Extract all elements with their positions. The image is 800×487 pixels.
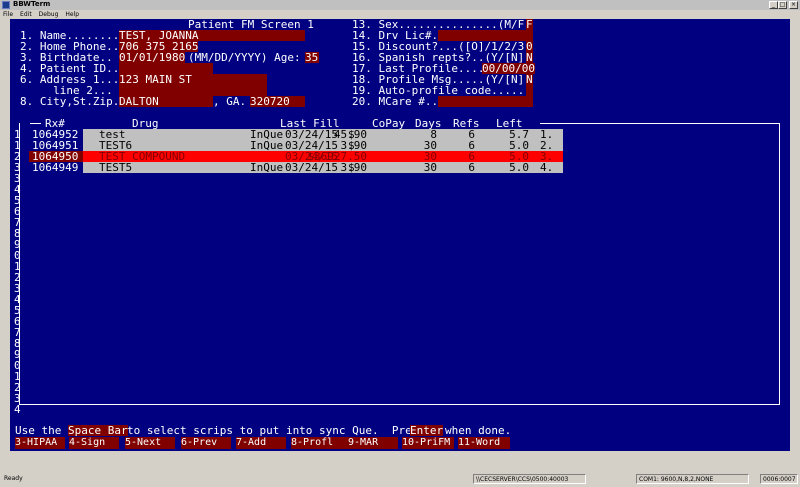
status-port: COM1: 9600,N,8,2,NONE: [636, 474, 749, 484]
field-zip[interactable]: 320720: [250, 96, 305, 107]
row-rx[interactable]: 1064949: [32, 162, 78, 173]
status-text: Ready: [4, 475, 23, 482]
row-date: 03/24/15: [285, 161, 338, 174]
field-label-city: 8. City,St.Zip.: [20, 95, 120, 108]
fkey-prev[interactable]: 6-Prev: [181, 437, 231, 449]
maximize-button[interactable]: □: [778, 1, 787, 9]
instruction-text-2: to select scrips to put into sync Que. P…: [127, 424, 426, 437]
birthdate-format-label: (MM/DD/YYYY) Age:: [188, 51, 301, 64]
left-border: [0, 19, 10, 451]
fkey-prifm[interactable]: 10-PriFM: [402, 437, 454, 449]
col-header-refs: Refs: [453, 117, 480, 130]
fkey-sign[interactable]: 4-Sign: [69, 437, 119, 449]
instruction-key-space: Space Bar: [68, 424, 128, 437]
row-status: InQue: [250, 161, 284, 174]
fkey-next[interactable]: 5-Next: [125, 437, 175, 449]
menu-help[interactable]: Help: [65, 11, 79, 18]
close-button[interactable]: ×: [789, 1, 798, 9]
menu-file[interactable]: File: [3, 11, 13, 18]
field-address1[interactable]: 123 MAIN ST: [119, 74, 267, 85]
status-bar: Ready \\CECSERVER\CCS\0500:40003 COM1: 9…: [0, 472, 800, 487]
row-left: 5.0: [509, 161, 529, 174]
menu-bar: File Edit Debug Help: [0, 10, 800, 19]
field-city[interactable]: DALTON: [119, 96, 213, 107]
status-connection: \\CECSERVER\CCS\0500:40003: [473, 474, 586, 484]
window-bottom-border: [0, 451, 800, 472]
field-label-mcare: 20. MCare #..: [352, 95, 439, 108]
field-sex[interactable]: F: [526, 19, 533, 30]
row-refs: 6: [468, 161, 475, 174]
menu-debug[interactable]: Debug: [39, 11, 59, 18]
minimize-button[interactable]: _: [769, 1, 778, 9]
col-header-copay: CoPay: [372, 117, 406, 130]
col-header-drug: Drug: [132, 117, 159, 130]
fkey-word[interactable]: 11-Word: [458, 437, 510, 449]
col-header-days: Days: [415, 117, 442, 130]
instruction-text-3: when done.: [445, 424, 512, 437]
fkey-mar[interactable]: 9-MAR: [348, 437, 398, 449]
terminal-screen[interactable]: Patient FM Screen 1 1. Name........ TEST…: [10, 19, 790, 451]
menu-edit[interactable]: Edit: [20, 11, 32, 18]
fkey-profile[interactable]: 8-Profl: [291, 437, 348, 449]
row-drug: TEST5: [99, 161, 133, 174]
fkey-hipaa[interactable]: 3-HIPAA: [15, 437, 65, 449]
screen-heading: Patient FM Screen 1: [188, 19, 314, 31]
row-index: 4.: [540, 161, 554, 174]
status-position: 0006:0007: [760, 474, 798, 484]
field-birthdate[interactable]: 01/01/1980: [119, 52, 186, 63]
row-status: InQue: [250, 139, 284, 152]
app-icon: [2, 1, 10, 9]
box-top-right-line: [540, 123, 780, 124]
fkey-add[interactable]: 7-Add: [236, 437, 286, 449]
box-right-line: [779, 123, 780, 404]
right-border: [790, 19, 800, 451]
title-bar: BBWTerm _ □ ×: [0, 0, 800, 10]
box-bottom-line: [19, 404, 780, 405]
box-top-left-line: [30, 123, 41, 124]
state-label: , GA.: [213, 95, 247, 108]
row-copay: 3.90: [340, 161, 368, 174]
row-line-number: 4: [14, 403, 21, 416]
table-row[interactable]: TEST5 InQue 03/24/15 $ 3.90 30 6 5.0 4.: [83, 162, 563, 173]
window-title: BBWTerm: [13, 0, 51, 8]
field-mcare[interactable]: [438, 96, 533, 107]
instruction-text-1: Use the: [15, 424, 62, 437]
field-auto-profile[interactable]: [526, 85, 533, 96]
field-age: 35: [305, 51, 319, 64]
instruction-key-enter: Enter: [410, 424, 444, 437]
row-days: 30: [423, 161, 437, 174]
